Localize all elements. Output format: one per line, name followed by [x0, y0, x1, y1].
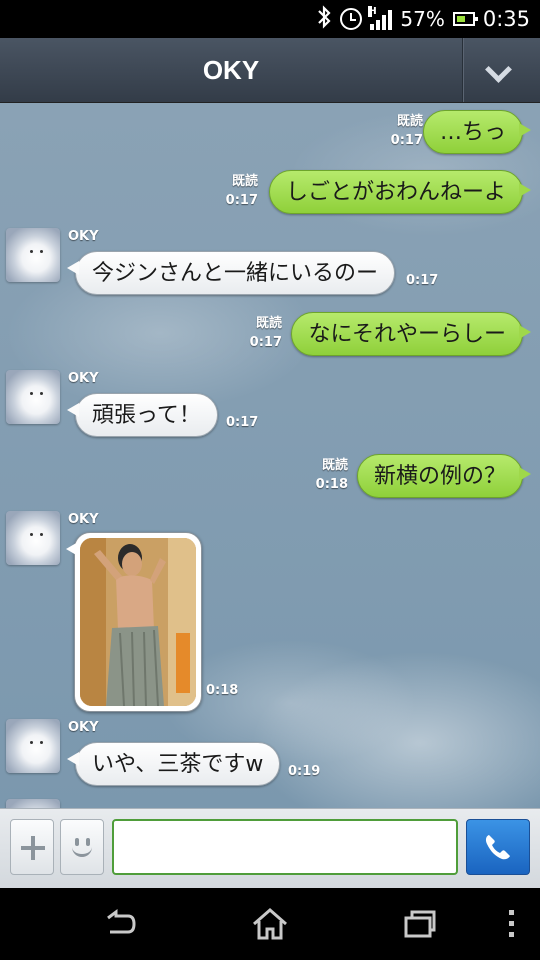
avatar[interactable] — [6, 799, 60, 808]
call-button[interactable] — [466, 819, 530, 875]
message-time: 0:18 — [315, 477, 348, 492]
read-label: 既読 — [255, 316, 282, 331]
read-meta: 既読 0:18 — [316, 456, 348, 494]
message-time: 0:17 — [225, 193, 258, 208]
message-bubble-out[interactable]: 新横の例の？ — [356, 454, 532, 498]
input-bar — [0, 808, 540, 889]
sender-name: OKY — [68, 720, 99, 735]
alarm-icon — [340, 8, 363, 30]
read-label: 既読 — [231, 174, 258, 189]
status-bar: H 57% 0:35 — [0, 0, 540, 38]
back-icon[interactable] — [100, 904, 140, 944]
message-bubble-in[interactable]: いや、三茶ですw — [66, 742, 281, 786]
read-meta: 既読 0:17 — [250, 314, 282, 352]
message-time: 0:17 — [406, 273, 439, 288]
read-meta: 既読 0:17 — [391, 112, 423, 150]
message-time: 0:17 — [249, 335, 282, 350]
plus-button[interactable] — [10, 819, 54, 875]
message-bubble-out[interactable]: なにそれやーらしー — [291, 312, 531, 356]
message-time: 0:17 — [226, 415, 259, 430]
avatar[interactable] — [6, 228, 60, 282]
battery-percent: 57% — [400, 7, 445, 31]
battery-icon — [452, 12, 478, 26]
network-type: H — [368, 6, 377, 17]
message-bubble-in[interactable]: 今ジンさんと一緒にいるのー — [66, 251, 396, 295]
home-icon[interactable] — [250, 904, 290, 944]
system-nav-bar — [0, 888, 540, 960]
photo-thumbnail — [80, 538, 196, 706]
chat-area[interactable]: 既読 0:17 …ちっ 既読 0:17 しごとがおわんねーよ OKY 今ジンさん… — [0, 103, 540, 808]
avatar[interactable] — [6, 511, 60, 565]
avatar[interactable] — [6, 719, 60, 773]
clock: 0:35 — [482, 7, 530, 31]
sender-name: OKY — [68, 371, 99, 386]
chat-header: OKY — [0, 38, 540, 103]
menu-icon[interactable] — [492, 904, 532, 944]
phone-icon — [485, 835, 510, 860]
chevron-down-icon — [485, 56, 512, 83]
recent-apps-icon[interactable] — [400, 904, 440, 944]
read-label: 既読 — [396, 114, 423, 129]
bluetooth-icon — [316, 4, 332, 34]
message-time: 0:19 — [288, 764, 321, 779]
message-bubble-out[interactable]: しごとがおわんねーよ — [268, 170, 532, 214]
sender-name: OKY — [68, 229, 99, 244]
sticker-button[interactable] — [60, 819, 104, 875]
header-menu-button[interactable] — [463, 38, 540, 102]
sender-name: OKY — [68, 512, 99, 527]
image-message[interactable] — [66, 532, 202, 712]
read-label: 既読 — [321, 458, 348, 473]
avatar[interactable] — [6, 370, 60, 424]
message-input[interactable] — [112, 819, 458, 875]
signal-icon: H — [368, 6, 393, 30]
message-time: 0:17 — [390, 133, 423, 148]
message-bubble-in[interactable]: 頑張って！ — [67, 393, 218, 437]
chat-title: OKY — [202, 55, 260, 85]
message-time: 0:18 — [206, 683, 239, 698]
read-meta: 既読 0:17 — [226, 172, 258, 210]
smile-icon-mouth — [72, 842, 92, 857]
message-bubble-out[interactable]: …ちっ — [422, 110, 532, 154]
plus-icon-stroke — [31, 836, 35, 860]
